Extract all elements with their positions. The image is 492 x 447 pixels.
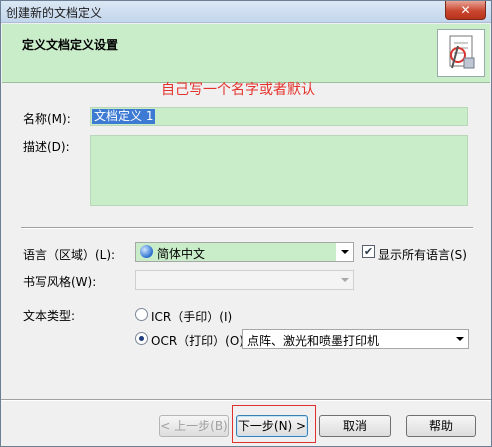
annotation-note: 自己写一个名字或者默认	[161, 82, 315, 98]
chevron-down-icon[interactable]	[456, 337, 464, 341]
ocr-printer-select[interactable]: 点阵、激光和喷墨打印机	[242, 329, 469, 349]
title-bar: 创建新的文档定义 ✕	[1, 1, 491, 23]
help-button[interactable]: 帮助	[406, 415, 476, 437]
language-label: 语言（区域）(L):	[23, 248, 116, 262]
name-input[interactable]: 文档定义 1	[90, 107, 468, 126]
name-label: 名称(M):	[23, 112, 71, 126]
description-label: 描述(D):	[23, 140, 70, 154]
back-button[interactable]: < 上一步(B)	[159, 415, 229, 437]
chevron-down-icon	[341, 278, 349, 282]
language-select[interactable]: 简体中文	[135, 242, 354, 262]
show-all-languages-checkbox[interactable]: ✔	[362, 245, 375, 258]
description-textarea[interactable]	[90, 135, 468, 206]
ocr-printer-value: 点阵、激光和喷墨打印机	[247, 334, 380, 348]
icr-radio[interactable]	[135, 308, 148, 321]
cancel-button[interactable]: 取消	[319, 415, 391, 437]
annotation-highlight-box	[232, 405, 316, 443]
chevron-down-icon[interactable]	[341, 250, 349, 254]
wizard-header: 定义文档定义设置	[2, 24, 490, 83]
writing-style-label: 书写风格(W):	[23, 275, 97, 289]
close-button[interactable]: ✕	[445, 1, 486, 20]
page-title: 定义文档定义设置	[22, 38, 119, 52]
footer-divider	[1, 399, 491, 401]
icr-radio-label: ICR（手印）(I)	[151, 310, 233, 324]
divider	[21, 227, 473, 229]
writing-style-select[interactable]	[135, 270, 354, 290]
language-select-value: 简体中文	[157, 247, 206, 261]
dialog-window: 创建新的文档定义 ✕ 定义文档定义设置 自己写一个名字或者默认 名称(M): 文…	[0, 0, 492, 447]
ocr-radio-label: OCR（打印）(O)	[151, 334, 244, 348]
show-all-languages-label: 显示所有语言(S)	[378, 248, 467, 262]
name-input-value: 文档定义 1	[92, 109, 156, 124]
ocr-radio[interactable]	[135, 332, 148, 345]
document-edit-icon	[437, 29, 485, 77]
globe-icon	[140, 245, 153, 258]
window-title: 创建新的文档定义	[6, 6, 103, 20]
text-type-label: 文本类型:	[23, 309, 76, 323]
